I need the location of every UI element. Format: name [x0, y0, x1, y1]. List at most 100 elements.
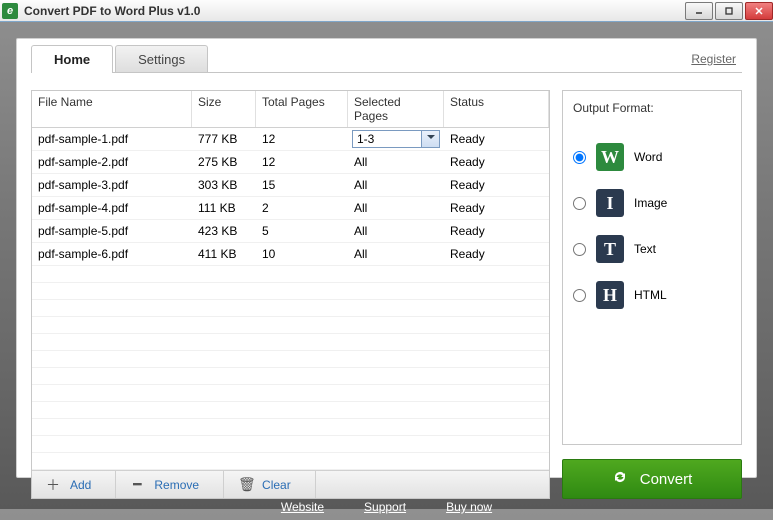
buy-link[interactable]: Buy now	[446, 500, 492, 514]
cell-total-pages: 5	[256, 220, 348, 242]
add-label: Add	[70, 478, 91, 492]
cell-size: 303 KB	[192, 174, 256, 196]
format-radio-text[interactable]	[573, 243, 586, 256]
remove-label: Remove	[154, 478, 199, 492]
plus-icon: ＋	[46, 475, 60, 495]
minimize-button[interactable]	[685, 2, 713, 20]
window-title: Convert PDF to Word Plus v1.0	[24, 4, 200, 18]
register-link[interactable]: Register	[691, 52, 742, 66]
table-row	[32, 317, 549, 334]
file-panel: File Name Size Total Pages Selected Page…	[31, 90, 550, 499]
toolbar: ＋ Add ━ Remove 🗑 Clear	[32, 470, 549, 498]
maximize-button[interactable]	[715, 2, 743, 20]
minus-icon: ━	[130, 476, 144, 493]
html-icon: H	[596, 281, 624, 309]
table-row	[32, 385, 549, 402]
cell-size: 111 KB	[192, 197, 256, 219]
tab-settings[interactable]: Settings	[115, 45, 208, 73]
format-option-image[interactable]: I Image	[573, 189, 731, 217]
cell-total-pages: 15	[256, 174, 348, 196]
cell-status: Ready	[444, 128, 549, 150]
table-row	[32, 266, 549, 283]
image-icon: I	[596, 189, 624, 217]
col-size[interactable]: Size	[192, 91, 256, 127]
table-row	[32, 334, 549, 351]
format-radio-html[interactable]	[573, 289, 586, 302]
cell-status: Ready	[444, 220, 549, 242]
clear-button[interactable]: 🗑 Clear	[224, 471, 316, 498]
website-link[interactable]: Website	[281, 500, 324, 514]
cell-status: Ready	[444, 197, 549, 219]
format-label-image: Image	[634, 196, 667, 210]
cell-file-name: pdf-sample-3.pdf	[32, 174, 192, 196]
format-radio-image[interactable]	[573, 197, 586, 210]
app-body: Home Settings Register File Name Size To…	[16, 38, 757, 478]
cell-selected-pages[interactable]: All	[348, 197, 444, 219]
cell-size: 777 KB	[192, 128, 256, 150]
format-option-text[interactable]: TText	[573, 235, 731, 263]
cell-total-pages: 12	[256, 151, 348, 173]
table-body: pdf-sample-1.pdf777 KB121-3Readypdf-samp…	[32, 128, 549, 470]
cell-status: Ready	[444, 151, 549, 173]
cell-selected-pages[interactable]: All	[348, 243, 444, 265]
cell-status: Ready	[444, 243, 549, 265]
format-option-html[interactable]: H HTML	[573, 281, 731, 309]
cell-file-name: pdf-sample-5.pdf	[32, 220, 192, 242]
cell-selected-pages[interactable]: All	[348, 151, 444, 173]
cell-total-pages: 12	[256, 128, 348, 150]
close-button[interactable]	[745, 2, 773, 20]
tab-home[interactable]: Home	[31, 45, 113, 73]
tabbar: Home Settings Register	[17, 39, 756, 73]
table-row	[32, 436, 549, 453]
cell-status: Ready	[444, 174, 549, 196]
table-row	[32, 402, 549, 419]
window-controls	[683, 2, 773, 20]
cell-size: 423 KB	[192, 220, 256, 242]
clear-label: Clear	[262, 478, 291, 492]
table-row	[32, 368, 549, 385]
output-title: Output Format:	[573, 101, 731, 115]
col-selected-pages[interactable]: Selected Pages	[348, 91, 444, 127]
table-header: File Name Size Total Pages Selected Page…	[32, 91, 549, 128]
content: File Name Size Total Pages Selected Page…	[17, 74, 756, 513]
format-radio-word[interactable]	[573, 151, 586, 164]
remove-button[interactable]: ━ Remove	[116, 471, 224, 498]
table-row[interactable]: pdf-sample-6.pdf411 KB10AllReady	[32, 243, 549, 266]
format-option-word[interactable]: W Word	[573, 143, 731, 171]
cell-file-name: pdf-sample-6.pdf	[32, 243, 192, 265]
support-link[interactable]: Support	[364, 500, 406, 514]
chevron-down-icon[interactable]	[421, 131, 439, 147]
cell-selected-pages[interactable]: 1-3	[348, 130, 444, 148]
format-label-html: HTML	[634, 288, 667, 302]
col-status[interactable]: Status	[444, 91, 549, 127]
right-column: Output Format: W Word I Image TText H HTML Con…	[562, 90, 742, 499]
titlebar: e Convert PDF to Word Plus v1.0	[0, 0, 773, 22]
table-row	[32, 419, 549, 436]
cell-total-pages: 2	[256, 197, 348, 219]
table-row	[32, 351, 549, 368]
table-row	[32, 283, 549, 300]
output-panel: Output Format: W Word I Image TText H HTML	[562, 90, 742, 445]
word-icon: W	[596, 143, 624, 171]
table-row[interactable]: pdf-sample-4.pdf111 KB2AllReady	[32, 197, 549, 220]
add-button[interactable]: ＋ Add	[32, 471, 116, 498]
cell-selected-pages[interactable]: All	[348, 174, 444, 196]
table-row	[32, 453, 549, 470]
selected-pages-dropdown[interactable]: 1-3	[352, 130, 440, 148]
table-row[interactable]: pdf-sample-3.pdf303 KB15AllReady	[32, 174, 549, 197]
col-file-name[interactable]: File Name	[32, 91, 192, 127]
convert-button[interactable]: Convert	[562, 459, 742, 499]
table-row[interactable]: pdf-sample-5.pdf423 KB5AllReady	[32, 220, 549, 243]
tab-underline	[31, 72, 742, 73]
table-row[interactable]: pdf-sample-2.pdf275 KB12AllReady	[32, 151, 549, 174]
text-icon: T	[596, 235, 624, 263]
convert-label: Convert	[640, 471, 693, 488]
cell-total-pages: 10	[256, 243, 348, 265]
col-total-pages[interactable]: Total Pages	[256, 91, 348, 127]
cell-selected-pages[interactable]: All	[348, 220, 444, 242]
format-label-word: Word	[634, 150, 662, 164]
table-row[interactable]: pdf-sample-1.pdf777 KB121-3Ready	[32, 128, 549, 151]
app-icon: e	[2, 3, 18, 19]
refresh-icon	[612, 469, 628, 489]
cell-file-name: pdf-sample-1.pdf	[32, 128, 192, 150]
